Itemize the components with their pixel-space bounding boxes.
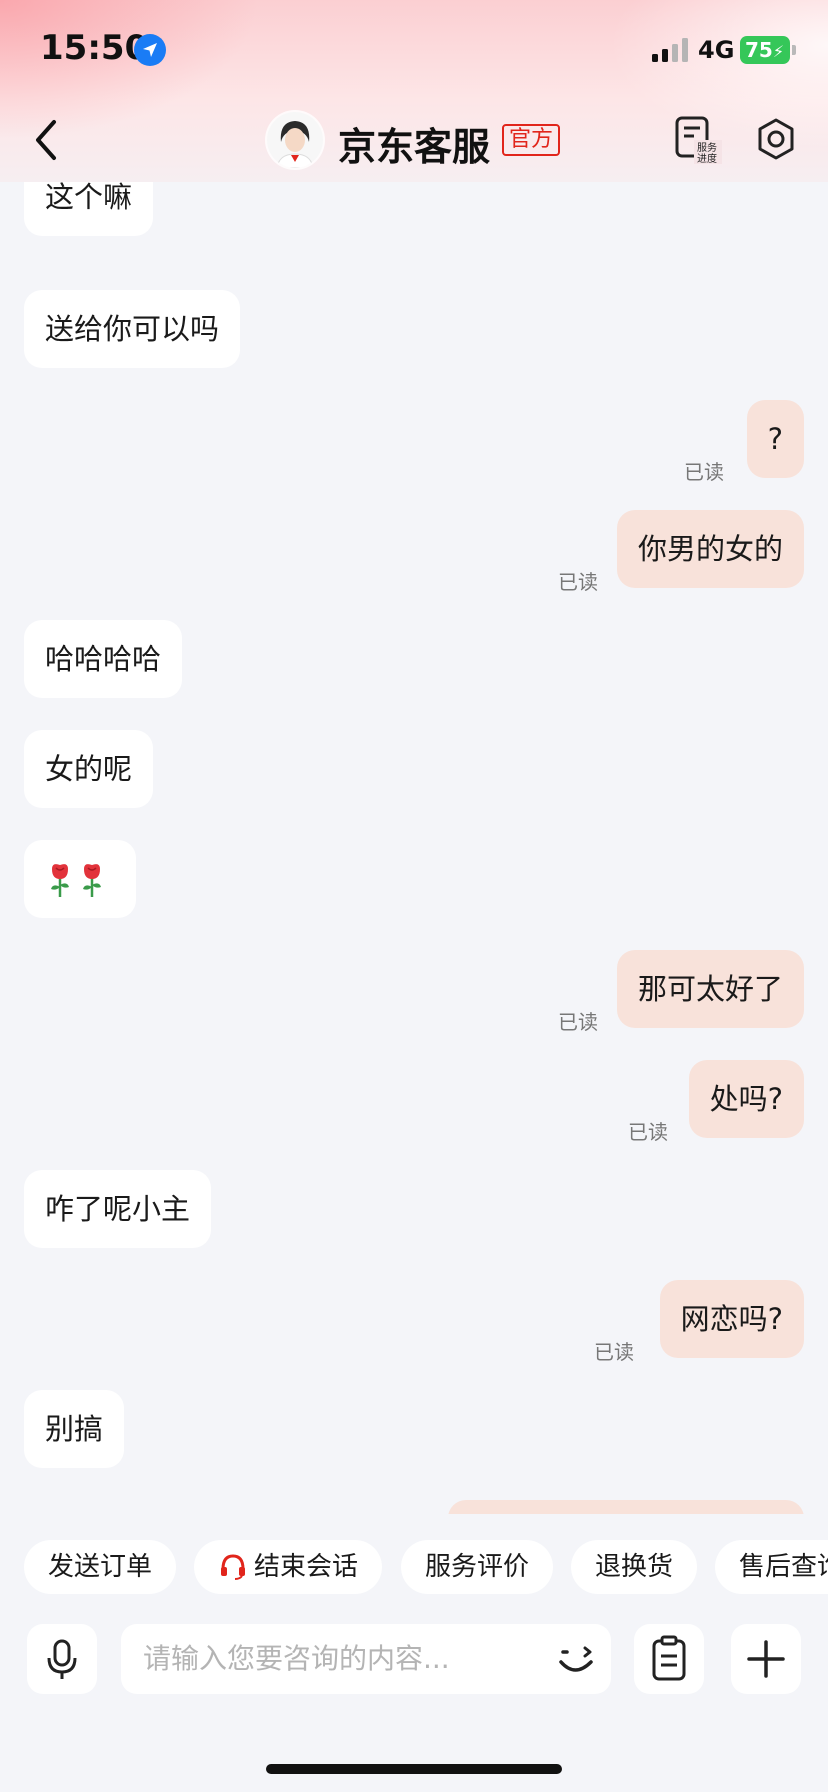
add-more-button[interactable] [731, 1624, 801, 1694]
read-receipt: 已读 [558, 570, 598, 594]
clipboard-icon [652, 1635, 686, 1681]
chip-after-sales-query[interactable]: 售后查询 [715, 1540, 828, 1594]
chip-service-rating[interactable]: 服务评价 [401, 1540, 554, 1594]
read-receipt: 已读 [684, 460, 724, 484]
outgoing-message[interactable]: 处吗? [688, 1060, 804, 1138]
incoming-message[interactable]: 咋了呢小主 [24, 1170, 212, 1248]
status-time: 15:50 [40, 28, 149, 68]
voice-button[interactable] [27, 1624, 97, 1694]
svg-text:进度: 进度 [697, 152, 717, 165]
rose-emoji-icon [51, 864, 69, 897]
outgoing-message[interactable]: 那可太好了 [616, 950, 804, 1028]
cellular-signal-icon [652, 38, 688, 62]
battery-level: 75 [745, 38, 773, 62]
read-receipt: 已读 [628, 1120, 668, 1144]
chat-title: 京东客服 [338, 125, 491, 169]
read-receipt: 已读 [558, 1010, 598, 1034]
network-type: 4G [698, 36, 735, 64]
chat-header: 15:50 4G 75⚡ 京东客服 官方 服务 进度 [0, 0, 828, 182]
outgoing-message[interactable]: ? [746, 400, 804, 478]
rose-emoji-icon [83, 864, 101, 897]
chip-end-session[interactable]: 结束会话 [194, 1540, 383, 1594]
incoming-message[interactable]: 哈哈哈哈 [24, 620, 183, 698]
input-bar: 请输入您要咨询的内容... [0, 1598, 828, 1792]
incoming-message[interactable]: 女的呢 [24, 730, 154, 808]
incoming-message[interactable]: 这个嘛 [24, 182, 154, 236]
battery-icon: 75⚡ [740, 36, 790, 64]
chip-end-session-label: 结束会话 [254, 1552, 359, 1582]
svg-text:服务: 服务 [697, 141, 717, 154]
agent-avatar[interactable] [267, 112, 323, 168]
clipboard-button[interactable] [634, 1624, 704, 1694]
plus-icon [747, 1640, 785, 1678]
battery-tip [792, 45, 796, 55]
chip-return-exchange[interactable]: 退换货 [571, 1540, 698, 1594]
headset-icon [221, 1553, 245, 1580]
outgoing-message[interactable]: 你男的女的 [616, 510, 804, 588]
chip-send-order[interactable]: 发送订单 [24, 1540, 177, 1594]
incoming-rose-message[interactable] [24, 840, 136, 918]
microphone-icon [47, 1639, 77, 1679]
message-input[interactable]: 请输入您要咨询的内容... [121, 1624, 611, 1694]
location-arrow-icon [134, 34, 166, 66]
outgoing-message[interactable]: 网恋吗? [659, 1280, 804, 1358]
input-placeholder: 请输入您要咨询的内容... [143, 1642, 450, 1675]
service-progress-icon[interactable]: 服务 进度 [674, 114, 722, 166]
settings-hexagon-icon[interactable] [752, 114, 800, 166]
message-list[interactable]: 这个嘛 送给你可以吗 已读 ? 已读 你男的女的 哈哈哈哈 女的呢 已读 那可太… [0, 182, 828, 1516]
incoming-message[interactable]: 别搞 [24, 1390, 125, 1468]
emoji-wink-icon[interactable] [555, 1638, 599, 1682]
read-receipt: 已读 [594, 1340, 634, 1364]
incoming-message[interactable]: 送给你可以吗 [24, 290, 241, 368]
back-arrow-icon[interactable] [28, 112, 68, 168]
official-badge: 官方 [502, 124, 561, 156]
quick-action-bar: 发送订单 结束会话 服务评价 退换货 售后查询 [0, 1514, 828, 1598]
home-indicator [266, 1764, 562, 1774]
